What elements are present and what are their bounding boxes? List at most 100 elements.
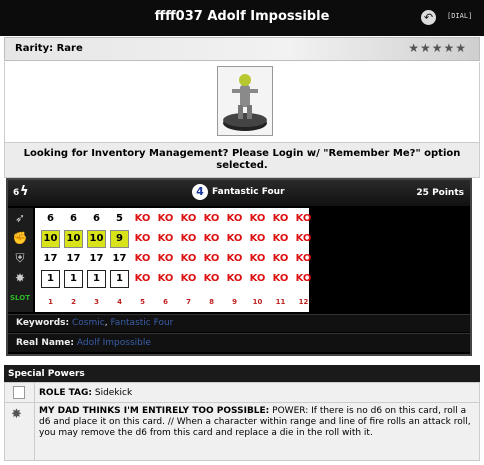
dial-cell: 1 bbox=[110, 270, 129, 288]
dial-cell: KO bbox=[134, 213, 151, 224]
dial-cell: 5 bbox=[116, 213, 123, 224]
notice-line-2: selected. bbox=[216, 160, 268, 171]
dial-cell: KO bbox=[157, 213, 174, 224]
team-symbol-icon: 4 bbox=[192, 184, 208, 200]
click-number: 9 bbox=[232, 298, 237, 306]
keyword-separator: , bbox=[104, 318, 108, 328]
defense-shield-icon: ⛨ bbox=[15, 251, 25, 265]
title-bar: ffff037 Adolf Impossible ↶ [DIAL] bbox=[0, 0, 484, 36]
dial-cell: 1 bbox=[64, 270, 83, 288]
attack-fist-icon: ✊ bbox=[12, 231, 28, 245]
dial-cell: KO bbox=[134, 273, 151, 284]
dial-cell: KO bbox=[295, 253, 312, 264]
click-number: 3 bbox=[94, 298, 99, 306]
click-number: 6 bbox=[163, 298, 168, 306]
dial-link[interactable]: [DIAL] bbox=[447, 12, 472, 20]
dial-cell: KO bbox=[203, 273, 220, 284]
page-title: ffff037 Adolf Impossible bbox=[154, 9, 330, 24]
dial-cell: KO bbox=[180, 213, 197, 224]
rarity-bar: Rarity: Rare ★★★★★ bbox=[4, 37, 480, 61]
dial-cell: KO bbox=[272, 213, 289, 224]
dial-cell: 1 bbox=[87, 270, 106, 288]
role-tag-label: ROLE TAG: bbox=[39, 388, 92, 398]
click-number: 7 bbox=[186, 298, 191, 306]
special-powers-table: ROLE TAG: Sidekick ✸ MY DAD THINKS I'M E… bbox=[4, 382, 480, 461]
dial-cell: KO bbox=[272, 233, 289, 244]
notice-line-1: Looking for Inventory Management? Please… bbox=[23, 148, 461, 159]
dial-cell: 17 bbox=[66, 253, 81, 264]
click-number: 11 bbox=[275, 298, 286, 306]
rating-stars-icon: ★★★★★ bbox=[408, 41, 467, 55]
dial-cell: KO bbox=[249, 233, 266, 244]
dial-cell: KO bbox=[180, 253, 197, 264]
keywords-label: Keywords: bbox=[16, 318, 70, 328]
range-value: 6 bbox=[13, 188, 20, 198]
role-tag-row: ROLE TAG: Sidekick bbox=[5, 383, 479, 403]
dial-cell: KO bbox=[249, 213, 266, 224]
login-notice: Looking for Inventory Management? Please… bbox=[4, 142, 480, 178]
keyword-link-fantastic-four[interactable]: Fantastic Four bbox=[110, 318, 173, 328]
speed-wing-icon: ➶ bbox=[14, 211, 26, 225]
click-number: 2 bbox=[71, 298, 76, 306]
dial-cell: KO bbox=[226, 233, 243, 244]
dial-cell: 17 bbox=[112, 253, 127, 264]
dial-cell: KO bbox=[203, 253, 220, 264]
point-value: 25 Points bbox=[416, 188, 464, 198]
dial-cell: 1 bbox=[41, 270, 60, 288]
special-powers-header: Special Powers bbox=[4, 365, 480, 382]
dial-cell: KO bbox=[226, 273, 243, 284]
dial-cell: KO bbox=[203, 213, 220, 224]
dial-cell: KO bbox=[249, 273, 266, 284]
special-power-row: ✸ MY DAD THINKS I'M ENTIRELY TOO POSSIBL… bbox=[5, 403, 479, 460]
dial-cell: 10 bbox=[41, 230, 60, 248]
dial-cell: KO bbox=[272, 253, 289, 264]
click-number: 1 bbox=[48, 298, 53, 306]
dial-cell: KO bbox=[272, 273, 289, 284]
dial-cell: KO bbox=[226, 253, 243, 264]
range-bolt-icon: ϟ bbox=[20, 184, 29, 199]
damage-burst-icon: ✸ bbox=[14, 271, 26, 285]
damage-power-icon: ✸ bbox=[11, 407, 22, 422]
dial-cell: KO bbox=[134, 233, 151, 244]
dial-cell: KO bbox=[157, 233, 174, 244]
dial-cell: 6 bbox=[70, 213, 77, 224]
back-arrow-icon[interactable]: ↶ bbox=[421, 10, 436, 25]
dial-cell: KO bbox=[295, 233, 312, 244]
dial-cell: 6 bbox=[93, 213, 100, 224]
dial-grid: 6 6 6 5 KO KO KO KO KO KO KO KO 10 10 10 9 KO KO KO KO KO KO K… bbox=[35, 208, 311, 312]
dial-cell: 17 bbox=[89, 253, 104, 264]
click-number: 4 bbox=[117, 298, 122, 306]
dial-cell: KO bbox=[295, 273, 312, 284]
team-name: Fantastic Four bbox=[212, 187, 285, 197]
click-number: 8 bbox=[209, 298, 214, 306]
dial-cell: KO bbox=[157, 253, 174, 264]
real-name-link[interactable]: Adolf Impossible bbox=[77, 338, 151, 348]
stat-icon-column: ➶ ✊ ⛨ ✸ SLOT bbox=[8, 208, 33, 312]
broken-image-icon bbox=[13, 386, 25, 399]
power-description: MY DAD THINKS I'M ENTIRELY TOO POSSIBLE:… bbox=[39, 406, 475, 439]
dial-cell: KO bbox=[180, 273, 197, 284]
dial-cell: KO bbox=[295, 213, 312, 224]
click-number: 5 bbox=[140, 298, 145, 306]
dial-cell: 10 bbox=[87, 230, 106, 248]
team-bar: 6 ϟ 4 Fantastic Four 25 Points bbox=[8, 180, 470, 206]
dial-cell: 17 bbox=[43, 253, 58, 264]
keywords-bar: Keywords: Cosmic, Fantastic Four bbox=[8, 314, 470, 332]
figure-image[interactable] bbox=[217, 66, 273, 136]
figure-image-panel bbox=[4, 62, 480, 142]
role-tag-value: Sidekick bbox=[94, 388, 133, 398]
role-icon-cell bbox=[5, 383, 35, 403]
click-number: 12 bbox=[298, 298, 309, 306]
rarity-label: Rarity: Rare bbox=[15, 43, 83, 54]
dial-cell: KO bbox=[249, 253, 266, 264]
dial-cell: 6 bbox=[47, 213, 54, 224]
dial-cell: KO bbox=[157, 273, 174, 284]
keyword-link-cosmic[interactable]: Cosmic bbox=[72, 318, 105, 328]
power-icon-cell: ✸ bbox=[5, 403, 35, 460]
slot-label: SLOT bbox=[10, 294, 30, 302]
dial-cell: KO bbox=[203, 233, 220, 244]
dial-cell: KO bbox=[134, 253, 151, 264]
dial-cell: 10 bbox=[64, 230, 83, 248]
real-name-label: Real Name: bbox=[16, 338, 75, 348]
dial-cell: KO bbox=[226, 213, 243, 224]
